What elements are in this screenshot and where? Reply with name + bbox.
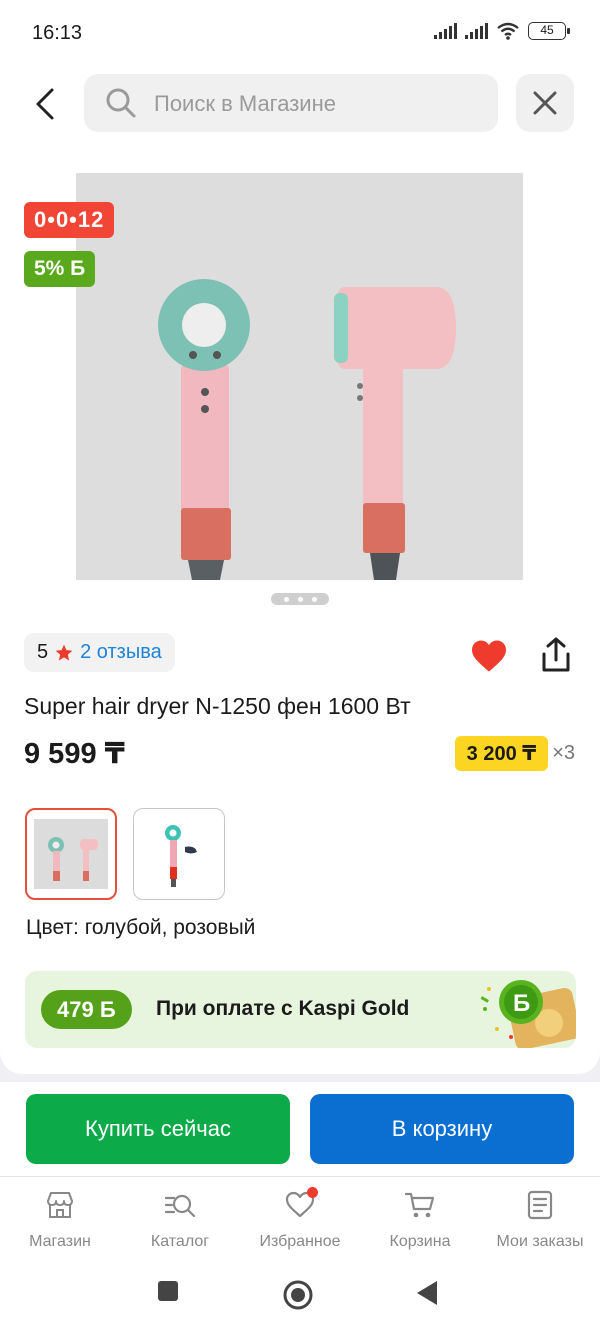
buy-now-button[interactable]: Купить сейчас bbox=[26, 1094, 290, 1164]
kaspi-gold-banner[interactable]: 479 Б При оплате с Kaspi Gold Б bbox=[25, 971, 576, 1048]
bonus-badge: 5% Б bbox=[24, 251, 96, 287]
variant-thumbnail bbox=[34, 819, 108, 889]
kaspi-banner-text: При оплате с Kaspi Gold bbox=[156, 997, 410, 1020]
orders-icon bbox=[527, 1190, 553, 1220]
status-bar: 16:13 45 bbox=[0, 0, 600, 62]
installment-multiplier: ×3 bbox=[552, 742, 575, 764]
nav-label: Каталог bbox=[150, 1233, 210, 1250]
color-label: Цвет: голубой, розовый bbox=[26, 916, 256, 939]
search-placeholder: Поиск в Магазине bbox=[154, 91, 336, 116]
triangle-back-icon bbox=[417, 1281, 437, 1305]
notification-dot bbox=[307, 1187, 318, 1198]
product-title: Super hair dryer N-1250 фен 1600 Вт bbox=[24, 693, 411, 719]
share-button[interactable] bbox=[538, 636, 574, 679]
signal-icon-2 bbox=[465, 23, 488, 39]
nav-label: Корзина bbox=[389, 1233, 451, 1250]
share-icon bbox=[542, 637, 570, 672]
search-input[interactable]: Поиск в Магазине bbox=[84, 74, 498, 132]
add-to-cart-button[interactable]: В корзину bbox=[310, 1094, 574, 1164]
bottom-navigation: Магазин Каталог Избранное Корзина Мои за… bbox=[0, 1176, 600, 1260]
heart-filled-icon bbox=[472, 640, 506, 672]
rating-pill[interactable]: 5 2 отзыва bbox=[24, 633, 175, 672]
color-variant-2[interactable] bbox=[133, 808, 225, 900]
nav-item-catalog[interactable]: Каталог bbox=[120, 1177, 240, 1261]
variant-thumbnail bbox=[165, 825, 197, 887]
nav-item-orders[interactable]: Мои заказы bbox=[480, 1177, 600, 1261]
favorite-button[interactable] bbox=[470, 639, 508, 678]
back-button[interactable] bbox=[30, 84, 60, 124]
close-icon bbox=[533, 91, 557, 115]
reviews-link[interactable]: 2 отзыва bbox=[80, 641, 162, 664]
nav-label: Избранное bbox=[259, 1233, 341, 1250]
installment-info: 3 200 ₸ ×3 bbox=[454, 736, 575, 771]
search-icon bbox=[106, 88, 136, 118]
battery-icon: 45 bbox=[528, 22, 570, 40]
installment-amount: 3 200 ₸ bbox=[454, 736, 549, 771]
product-price: 9 599 ₸ bbox=[24, 738, 125, 770]
status-time: 16:13 bbox=[32, 22, 83, 44]
star-icon bbox=[55, 644, 73, 660]
system-back-button[interactable] bbox=[416, 1280, 438, 1311]
product-card: 0•0•12 5% Б 5 2 отзыва Super hair dryer … bbox=[0, 152, 600, 1074]
wifi-icon bbox=[497, 22, 519, 40]
kaspi-bonus-amount: 479 Б bbox=[41, 990, 132, 1029]
image-carousel-dots[interactable] bbox=[271, 593, 329, 605]
status-icons: 45 bbox=[434, 22, 570, 40]
nav-label: Магазин bbox=[29, 1233, 91, 1250]
store-icon bbox=[47, 1192, 73, 1218]
top-bar: Поиск в Магазине bbox=[0, 62, 600, 152]
close-button[interactable] bbox=[516, 74, 574, 132]
back-arrow-icon bbox=[36, 88, 54, 120]
kaspi-gold-card-icon: Б bbox=[480, 980, 576, 1048]
square-icon bbox=[158, 1281, 178, 1301]
catalog-search-icon bbox=[164, 1194, 196, 1218]
home-circle-icon bbox=[283, 1280, 313, 1310]
color-variant-1[interactable] bbox=[25, 808, 117, 900]
cart-icon bbox=[404, 1192, 435, 1218]
nav-item-cart[interactable]: Корзина bbox=[360, 1177, 480, 1261]
product-image[interactable] bbox=[76, 173, 523, 580]
nav-item-store[interactable]: Магазин bbox=[0, 1177, 120, 1261]
nav-label: Мои заказы bbox=[496, 1233, 584, 1250]
svg-text:Б: Б bbox=[513, 990, 530, 1017]
timer-badge: 0•0•12 bbox=[24, 202, 115, 238]
rating-score: 5 bbox=[37, 641, 49, 663]
buy-bar: Купить сейчас В корзину bbox=[0, 1082, 600, 1176]
nav-item-favorites[interactable]: Избранное bbox=[240, 1177, 360, 1261]
hair-dryer-illustration bbox=[158, 279, 456, 580]
signal-icon bbox=[434, 23, 457, 39]
home-button[interactable] bbox=[283, 1280, 313, 1315]
system-navigation-bar bbox=[0, 1260, 600, 1333]
recent-apps-button[interactable] bbox=[157, 1280, 179, 1307]
